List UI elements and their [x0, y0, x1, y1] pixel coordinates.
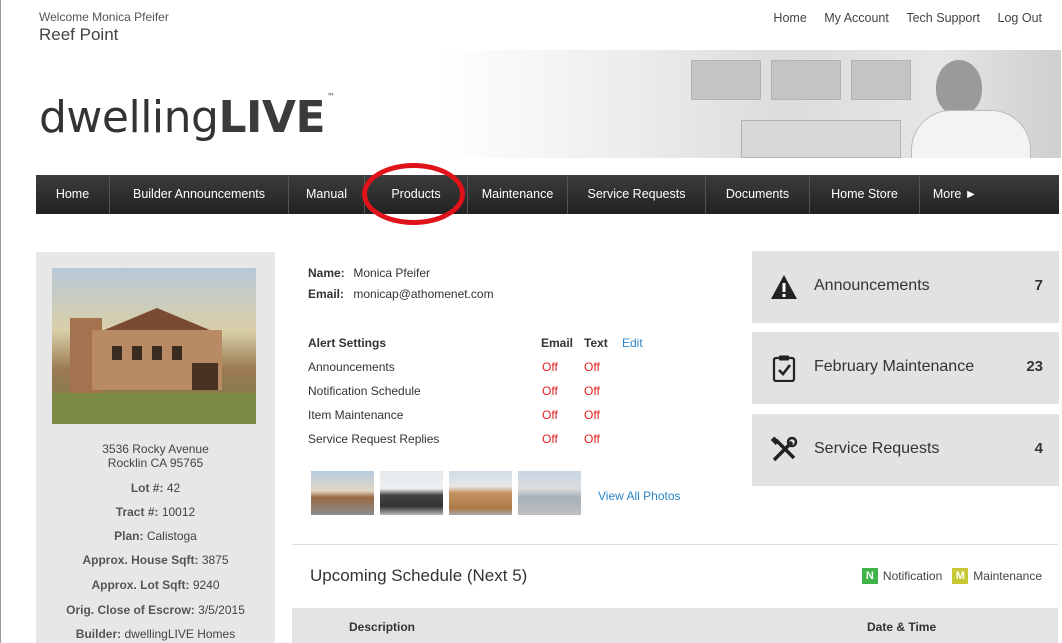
lot-number: Lot #: 42 [130, 481, 181, 495]
welcome-text: Welcome Monica Pfeifer [39, 10, 169, 24]
notification-badge-icon: N [861, 568, 878, 584]
close-of-escrow: Orig. Close of Escrow: 3/5/2015 [66, 603, 245, 617]
tools-icon [770, 436, 798, 462]
woman-photo [936, 60, 982, 115]
card-count: 4 [1034, 440, 1043, 457]
email-value: monicap@athomenet.com [353, 287, 494, 301]
name-value: Monica Pfeifer [353, 266, 431, 280]
email-column-header: Email [541, 336, 574, 350]
main-nav: Home Builder Announcements Manual Produc… [36, 175, 1059, 214]
description-column-header[interactable]: Description [349, 620, 415, 634]
alert-text-status: Off [584, 360, 600, 374]
clipboard-check-icon [772, 355, 796, 382]
notification-legend-label: Notification [882, 569, 943, 583]
top-link-home[interactable]: Home [773, 11, 806, 25]
alert-row: Service Request Replies Off Off [308, 432, 668, 456]
alert-text-status: Off [584, 432, 600, 446]
tract-number: Tract #: 10012 [115, 505, 196, 519]
property-sidebar: 3536 Rocky Avenue Rocklin CA 95765 Lot #… [36, 252, 275, 643]
alert-row-label: Announcements [308, 360, 395, 374]
house-sqft: Approx. House Sqft: 3875 [82, 553, 229, 567]
alert-email-status: Off [542, 408, 558, 422]
community-name: Reef Point [39, 25, 119, 44]
warning-icon [771, 275, 797, 299]
photo-thumbnails [311, 471, 587, 515]
hero-banner [441, 50, 1061, 158]
alert-settings: Alert Settings Email Text Edit Announcem… [308, 336, 668, 456]
alert-row: Announcements Off Off [308, 360, 668, 384]
alert-row: Item Maintenance Off Off [308, 408, 668, 432]
nav-documents[interactable]: Documents [706, 175, 810, 214]
card-label: Announcements [814, 277, 930, 294]
nav-service-requests[interactable]: Service Requests [568, 175, 706, 214]
lot-sqft: Approx. Lot Sqft: 9240 [91, 578, 220, 592]
edit-alerts-link[interactable]: Edit [622, 336, 643, 350]
email-label: Email: [308, 287, 345, 301]
service-requests-card[interactable]: Service Requests 4 [752, 414, 1059, 486]
card-count: 23 [1026, 358, 1043, 375]
maintenance-legend-label: Maintenance [973, 569, 1042, 583]
nav-more[interactable]: More ► [920, 175, 990, 214]
alert-settings-title: Alert Settings [308, 336, 387, 350]
card-label: February Maintenance [814, 358, 975, 375]
builder-name: Builder: dwellingLIVE Homes [75, 627, 236, 641]
maintenance-badge-icon: M [952, 568, 969, 584]
alert-text-status: Off [584, 384, 600, 398]
schedule-legend: N Notification M Maintenance [861, 568, 1042, 584]
schedule-table-header: Description Date & Time [292, 608, 1058, 643]
alert-row-label: Notification Schedule [308, 384, 421, 398]
nav-manual[interactable]: Manual [289, 175, 365, 214]
name-label: Name: [308, 266, 345, 280]
house-photo[interactable] [52, 268, 256, 424]
alert-email-status: Off [542, 384, 558, 398]
view-all-photos-link[interactable]: View All Photos [598, 489, 681, 503]
photo-thumbnail[interactable] [311, 471, 374, 515]
top-link-log-out[interactable]: Log Out [998, 11, 1042, 25]
card-count: 7 [1034, 277, 1043, 294]
top-links: Home My Account Tech Support Log Out [759, 11, 1042, 25]
dwellinglive-logo[interactable]: dwellingLIVE ™ [39, 92, 335, 143]
card-label: Service Requests [814, 440, 940, 457]
alert-row-label: Item Maintenance [308, 408, 404, 422]
nav-home-store[interactable]: Home Store [810, 175, 920, 214]
alert-row: Notification Schedule Off Off [308, 384, 668, 408]
page: Welcome Monica Pfeifer Reef Point Home M… [0, 0, 1062, 643]
photo-thumbnail[interactable] [518, 471, 581, 515]
products-highlight-circle [362, 163, 465, 225]
section-divider [292, 544, 1058, 545]
alert-row-label: Service Request Replies [308, 432, 440, 446]
alert-email-status: Off [542, 360, 558, 374]
alert-email-status: Off [542, 432, 558, 446]
schedule-title: Upcoming Schedule (Next 5) [310, 566, 528, 585]
alert-text-status: Off [584, 408, 600, 422]
photo-thumbnail[interactable] [380, 471, 443, 515]
address-line1: 3536 Rocky Avenue [102, 442, 209, 456]
profile-info: Name: Monica Pfeifer Email: monicap@atho… [308, 266, 494, 301]
nav-builder-announcements[interactable]: Builder Announcements [110, 175, 289, 214]
top-link-tech-support[interactable]: Tech Support [906, 11, 980, 25]
photo-thumbnail[interactable] [449, 471, 512, 515]
announcements-card[interactable]: Announcements 7 [752, 251, 1059, 323]
nav-maintenance[interactable]: Maintenance [468, 175, 568, 214]
february-maintenance-card[interactable]: February Maintenance 23 [752, 332, 1059, 404]
nav-home[interactable]: Home [36, 175, 110, 214]
plan-name: Plan: Calistoga [114, 529, 197, 543]
datetime-column-header[interactable]: Date & Time [867, 620, 936, 634]
address-line2: Rocklin CA 95765 [107, 456, 204, 470]
text-column-header: Text [584, 336, 608, 350]
top-link-my-account[interactable]: My Account [824, 11, 889, 25]
